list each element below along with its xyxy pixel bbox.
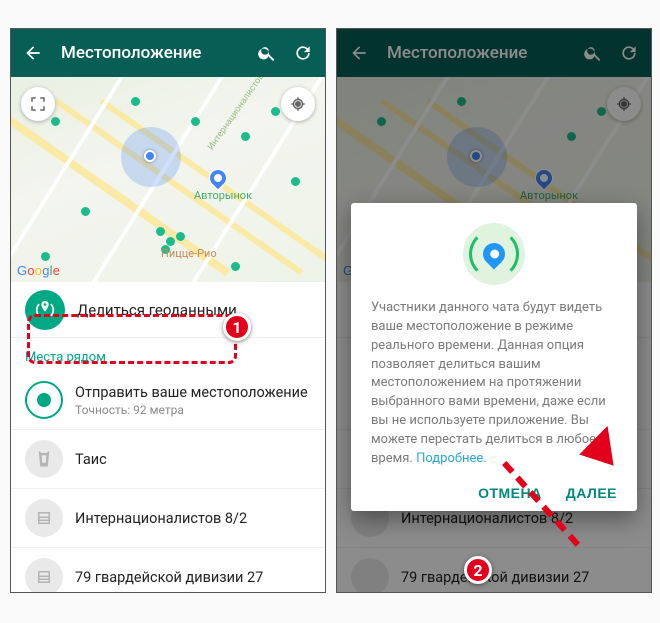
poi-label-avtorynok: Авторынок: [194, 189, 252, 202]
my-location-icon[interactable]: [281, 87, 315, 121]
annotation-arrow-tail: [502, 465, 622, 575]
fullscreen-icon[interactable]: [21, 87, 55, 121]
send-current-location[interactable]: Отправить ваше местоположение Точность: …: [11, 371, 325, 430]
learn-more-link[interactable]: Подробнее.: [416, 451, 487, 466]
annotation-step-1: 1: [223, 313, 251, 341]
nearby-places-header: Места рядом: [11, 338, 325, 371]
list-item[interactable]: 79 гвардейской дивизии 27: [11, 548, 325, 593]
place-icon: [25, 558, 63, 593]
screenshot-step-1: Местоположение Интернационалистов Авторы…: [10, 28, 326, 593]
place-title: Таис: [75, 451, 107, 468]
place-title: Интернационалистов 8/2: [75, 510, 247, 527]
send-current-subtitle: Точность: 92 метра: [75, 403, 308, 417]
back-icon[interactable]: [21, 41, 45, 65]
place-icon: [25, 440, 63, 478]
place-title: 79 гвардейской дивизии 27: [75, 569, 263, 586]
place-icon: [25, 499, 63, 537]
dialog-live-location-icon: [463, 223, 525, 285]
page-title: Местоположение: [61, 43, 255, 63]
my-location-dot: [144, 150, 156, 162]
list-item[interactable]: Таис: [11, 430, 325, 489]
list-item[interactable]: Интернационалистов 8/2: [11, 489, 325, 548]
target-icon: [25, 381, 63, 419]
share-live-location-button[interactable]: Делиться геоданными: [11, 282, 325, 338]
share-live-location-label: Делиться геоданными: [77, 301, 237, 319]
send-current-title: Отправить ваше местоположение: [75, 384, 308, 401]
refresh-icon[interactable]: [291, 41, 315, 65]
map-view[interactable]: Интернационалистов Авторынок Пицце-Рио G…: [11, 77, 325, 282]
poi-label-pizzerio: Пицце-Рио: [161, 247, 217, 260]
search-icon[interactable]: [255, 41, 279, 65]
places-list: Отправить ваше местоположение Точность: …: [11, 371, 325, 593]
google-logo: Google: [17, 263, 60, 278]
annotation-step-2: 2: [464, 556, 492, 584]
live-location-icon: [25, 290, 65, 330]
app-bar: Местоположение: [11, 29, 325, 77]
